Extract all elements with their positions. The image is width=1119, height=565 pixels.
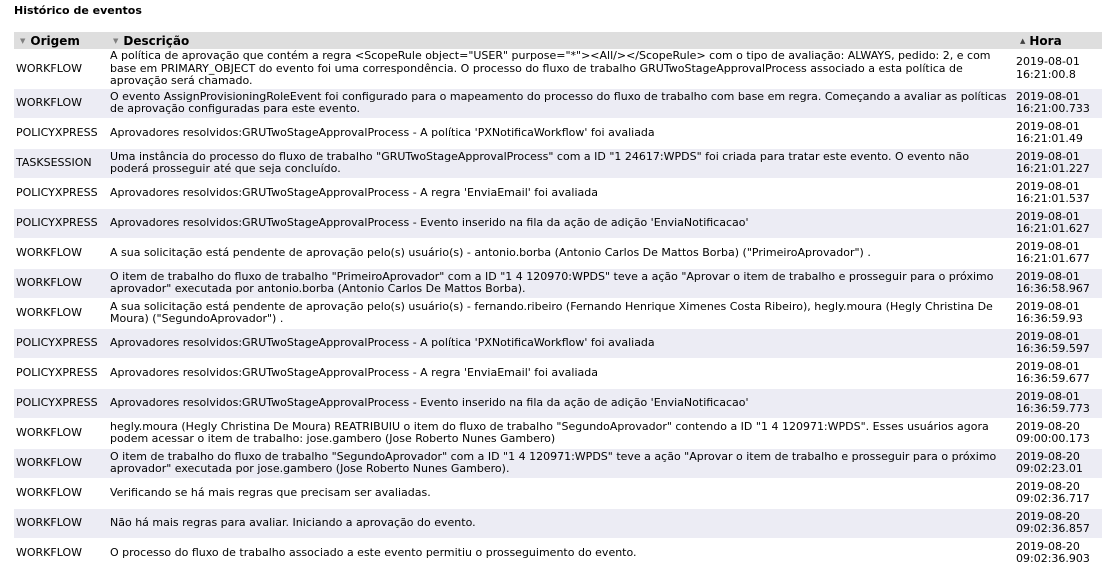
cell-origem: WORKFLOW bbox=[14, 538, 108, 565]
table-row[interactable]: WORKFLOW Não há mais regras para avaliar.… bbox=[14, 508, 1102, 539]
cell-descricao: Aprovadores resolvidos:GRUTwoStageApprov… bbox=[108, 328, 1014, 359]
cell-origem: WORKFLOW bbox=[14, 88, 108, 119]
cell-descricao: Verificando se há mais regras que precis… bbox=[108, 478, 1014, 509]
table-row[interactable]: TASKSESSION Uma instância do processo do … bbox=[14, 148, 1102, 179]
table-row[interactable]: POLICYXPRESS Aprovadores resolvidos:GRUTw… bbox=[14, 388, 1102, 419]
cell-hora: 2019-08-20 09:02:23.01 bbox=[1014, 448, 1102, 479]
table-row[interactable]: WORKFLOW O processo do fluxo de trabalho … bbox=[14, 538, 1102, 565]
cell-origem: POLICYXPRESS bbox=[14, 208, 108, 239]
column-header-label: Origem bbox=[30, 33, 80, 48]
cell-origem: POLICYXPRESS bbox=[14, 328, 108, 359]
cell-descricao: Uma instância do processo do fluxo de tr… bbox=[108, 148, 1014, 179]
table-row[interactable]: POLICYXPRESS Aprovadores resolvidos:GRUTw… bbox=[14, 358, 1102, 389]
cell-hora: 2019-08-20 09:00:00.173 bbox=[1014, 418, 1102, 449]
table-row[interactable]: POLICYXPRESS Aprovadores resolvidos:GRUTw… bbox=[14, 178, 1102, 209]
table-row[interactable]: POLICYXPRESS Aprovadores resolvidos:GRUTw… bbox=[14, 328, 1102, 359]
cell-origem: WORKFLOW bbox=[14, 298, 108, 329]
sort-desc-icon: ▼ bbox=[113, 36, 119, 45]
table-row[interactable]: WORKFLOW Verificando se há mais regras qu… bbox=[14, 478, 1102, 509]
panel-title: Histórico de eventos bbox=[14, 4, 142, 17]
table-row[interactable]: WORKFLOW A política de aprovação que cont… bbox=[14, 49, 1102, 89]
column-header-origem[interactable]: ▼ Origem bbox=[14, 32, 108, 50]
table-row[interactable]: WORKFLOW O evento AssignProvisioningRoleE… bbox=[14, 88, 1102, 119]
cell-origem: POLICYXPRESS bbox=[14, 178, 108, 209]
cell-hora: 2019-08-01 16:21:00.733 bbox=[1014, 88, 1102, 119]
table-row[interactable]: WORKFLOW hegly.moura (Hegly Christina De … bbox=[14, 418, 1102, 449]
column-header-label: Hora bbox=[1029, 33, 1062, 48]
cell-descricao: Aprovadores resolvidos:GRUTwoStageApprov… bbox=[108, 178, 1014, 209]
cell-descricao: A política de aprovação que contém a reg… bbox=[108, 49, 1014, 89]
cell-origem: POLICYXPRESS bbox=[14, 388, 108, 419]
table-row[interactable]: WORKFLOW O item de trabalho do fluxo de t… bbox=[14, 448, 1102, 479]
event-history-table: ▼ Origem ▼ Descrição ▲ Hora WORKFLOW A polít… bbox=[14, 32, 1102, 565]
cell-descricao: O item de trabalho do fluxo de trabalho … bbox=[108, 268, 1014, 299]
column-header-descricao[interactable]: ▼ Descrição bbox=[108, 32, 1014, 50]
cell-origem: WORKFLOW bbox=[14, 268, 108, 299]
event-table-scroll-area[interactable]: ▼ Origem ▼ Descrição ▲ Hora WORKFLOW A polít… bbox=[14, 32, 1102, 565]
cell-descricao: O evento AssignProvisioningRoleEvent foi… bbox=[108, 88, 1014, 119]
cell-hora: 2019-08-01 16:21:00.8 bbox=[1014, 49, 1102, 89]
cell-hora: 2019-08-20 09:02:36.903 bbox=[1014, 538, 1102, 565]
sort-desc-icon: ▼ bbox=[20, 36, 26, 45]
cell-origem: WORKFLOW bbox=[14, 448, 108, 479]
cell-origem: POLICYXPRESS bbox=[14, 118, 108, 149]
cell-hora: 2019-08-01 16:21:01.49 bbox=[1014, 118, 1102, 149]
cell-descricao: A sua solicitação está pendente de aprov… bbox=[108, 298, 1014, 329]
cell-origem: WORKFLOW bbox=[14, 508, 108, 539]
column-header-label: Descrição bbox=[123, 33, 190, 48]
event-rows: WORKFLOW A política de aprovação que cont… bbox=[14, 49, 1102, 565]
cell-origem: WORKFLOW bbox=[14, 49, 108, 89]
cell-hora: 2019-08-01 16:21:01.227 bbox=[1014, 148, 1102, 179]
column-header-hora[interactable]: ▲ Hora bbox=[1014, 32, 1102, 50]
event-history-panel: Histórico de eventos ▼ Origem ▼ Descrição … bbox=[0, 0, 1119, 565]
sort-asc-icon: ▲ bbox=[1020, 36, 1026, 45]
cell-descricao: O processo do fluxo de trabalho associad… bbox=[108, 538, 1014, 565]
cell-hora: 2019-08-01 16:21:01.677 bbox=[1014, 238, 1102, 269]
cell-descricao: A sua solicitação está pendente de aprov… bbox=[108, 238, 1014, 269]
cell-hora: 2019-08-20 09:02:36.857 bbox=[1014, 508, 1102, 539]
cell-hora: 2019-08-01 16:21:01.627 bbox=[1014, 208, 1102, 239]
cell-hora: 2019-08-01 16:36:59.677 bbox=[1014, 358, 1102, 389]
table-row[interactable]: WORKFLOW A sua solicitação está pendente … bbox=[14, 298, 1102, 329]
cell-descricao: Aprovadores resolvidos:GRUTwoStageApprov… bbox=[108, 358, 1014, 389]
cell-origem: WORKFLOW bbox=[14, 478, 108, 509]
cell-origem: TASKSESSION bbox=[14, 148, 108, 179]
cell-descricao: Aprovadores resolvidos:GRUTwoStageApprov… bbox=[108, 388, 1014, 419]
table-row[interactable]: WORKFLOW A sua solicitação está pendente … bbox=[14, 238, 1102, 269]
cell-descricao: hegly.moura (Hegly Christina De Moura) R… bbox=[108, 418, 1014, 449]
cell-hora: 2019-08-01 16:36:58.967 bbox=[1014, 268, 1102, 299]
cell-origem: WORKFLOW bbox=[14, 238, 108, 269]
table-row[interactable]: WORKFLOW O item de trabalho do fluxo de t… bbox=[14, 268, 1102, 299]
cell-descricao: Não há mais regras para avaliar. Inician… bbox=[108, 508, 1014, 539]
table-row[interactable]: POLICYXPRESS Aprovadores resolvidos:GRUTw… bbox=[14, 118, 1102, 149]
cell-hora: 2019-08-01 16:36:59.93 bbox=[1014, 298, 1102, 329]
cell-origem: WORKFLOW bbox=[14, 418, 108, 449]
cell-hora: 2019-08-20 09:02:36.717 bbox=[1014, 478, 1102, 509]
cell-descricao: O item de trabalho do fluxo de trabalho … bbox=[108, 448, 1014, 479]
cell-origem: POLICYXPRESS bbox=[14, 358, 108, 389]
cell-hora: 2019-08-01 16:36:59.773 bbox=[1014, 388, 1102, 419]
table-row[interactable]: POLICYXPRESS Aprovadores resolvidos:GRUTw… bbox=[14, 208, 1102, 239]
cell-hora: 2019-08-01 16:36:59.597 bbox=[1014, 328, 1102, 359]
table-header-row: ▼ Origem ▼ Descrição ▲ Hora bbox=[14, 32, 1102, 50]
cell-descricao: Aprovadores resolvidos:GRUTwoStageApprov… bbox=[108, 208, 1014, 239]
cell-hora: 2019-08-01 16:21:01.537 bbox=[1014, 178, 1102, 209]
cell-descricao: Aprovadores resolvidos:GRUTwoStageApprov… bbox=[108, 118, 1014, 149]
